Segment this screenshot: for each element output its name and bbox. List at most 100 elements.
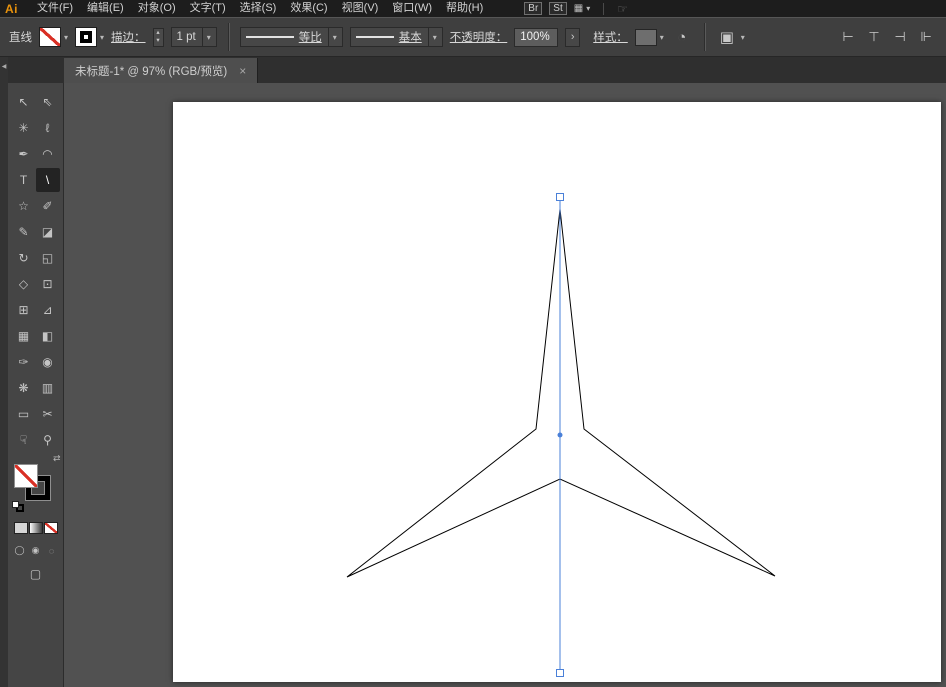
slice-tool[interactable]: ✂ [36,402,60,426]
menu-select[interactable]: 选择(S) [233,0,284,17]
color-button[interactable] [13,522,28,534]
lasso-tool[interactable]: ℓ [36,116,60,140]
star-tool[interactable]: ☆ [12,194,36,218]
blend-tool[interactable]: ◉ [36,350,60,374]
mesh-tool[interactable]: ▦ [12,324,36,348]
screen-mode-button[interactable]: ▢ [25,567,47,581]
none-button[interactable] [43,522,58,534]
canvas-area[interactable] [64,83,946,687]
menu-object[interactable]: 对象(O) [131,0,183,17]
rotate-tool[interactable]: ↻ [12,246,36,270]
control-bar-divider [227,23,229,51]
stock-button[interactable]: St [549,2,567,15]
style-panel-link[interactable]: 样式： [593,29,628,45]
align-center-icon[interactable]: ⊤ [863,26,885,48]
gradient-button[interactable] [28,522,43,534]
brush-value: 基本 [398,32,422,44]
style-swatch[interactable] [634,28,657,46]
stroke-color-swatch[interactable] [75,27,98,47]
stepper-up-icon[interactable]: ▴ [154,29,163,38]
symbol-sprayer-tool[interactable]: ❋ [12,376,36,400]
brush-preview [355,36,394,38]
close-icon[interactable]: × [239,64,246,78]
chevron-down-icon: ▾ [659,32,664,42]
collapse-left-icon[interactable]: ◀ [0,57,8,70]
three-point-star-path[interactable] [346,208,776,578]
opacity-input[interactable]: 100% [514,27,559,47]
paint-mode-buttons [8,522,63,534]
stepper-down-icon[interactable]: ▾ [154,37,163,46]
menubar-divider [603,2,605,15]
artboard[interactable] [173,102,941,682]
stroke-color-control[interactable]: ▾ [75,27,104,47]
draw-inside-button[interactable]: ◌ [45,544,58,557]
fill-none-swatch[interactable] [39,27,61,47]
swap-fill-stroke-icon[interactable]: ⇄ [53,453,61,464]
stroke-weight-combo[interactable]: 1 pt ▾ [170,27,217,47]
stroke-panel-link[interactable]: 描边： [111,29,146,45]
menu-window[interactable]: 窗口(W) [385,0,439,17]
menu-edit[interactable]: 编辑(E) [80,0,131,17]
brush-definition-combo[interactable]: 基本 ▾ [349,27,443,47]
fill-color-control[interactable]: ▾ [39,27,68,47]
tools-grid: ↖ ⇖ ✳ ℓ ✒ ◠ T \ ☆ ✐ ✎ ◪ ↻ ◱ ◇ ⊡ ⊞ ⊿ ▦ ◧ … [8,90,63,452]
workspace-switcher[interactable]: ▦ ▾ [574,3,590,14]
gradient-tool[interactable]: ◧ [36,324,60,348]
recolor-artwork-icon[interactable]: ◔ [671,26,693,48]
paintbrush-tool[interactable]: ✐ [36,194,60,218]
document-tab[interactable]: 未标题-1* @ 97% (RGB/预览) × [64,58,259,83]
hand-tool[interactable]: ☟ [12,428,36,452]
pencil-tool[interactable]: ✎ [12,220,36,244]
width-profile-combo[interactable]: 等比 ▾ [239,27,343,47]
perspective-grid-tool[interactable]: ⊿ [36,298,60,322]
select-similar-control[interactable]: ▣ ▾ [716,26,745,48]
menu-effect[interactable]: 效果(C) [283,0,334,17]
zoom-tool[interactable]: ⚲ [36,428,60,452]
select-similar-icon[interactable]: ▣ [716,26,738,48]
selection-tool[interactable]: ↖ [12,90,36,114]
stroke-frame-icon [80,31,93,43]
menu-view[interactable]: 视图(V) [335,0,386,17]
stroke-weight-value: 1 pt [176,31,196,43]
menu-help[interactable]: 帮助(H) [439,0,490,17]
document-tab-title: 未标题-1* @ 97% (RGB/预览) [75,65,228,78]
path-midpoint-anchor[interactable] [557,432,563,438]
fill-proxy-swatch[interactable] [13,464,38,488]
chevron-down-icon: ▾ [432,32,437,42]
menu-type[interactable]: 文字(T) [183,0,233,17]
eyedropper-tool[interactable]: ✑ [12,350,36,374]
anchor-handle-top[interactable] [556,193,564,201]
direct-selection-tool[interactable]: ⇖ [36,90,60,114]
magic-wand-tool[interactable]: ✳ [12,116,36,140]
opacity-panel-link[interactable]: 不透明度： [450,29,508,45]
width-tool[interactable]: ◇ [12,272,36,296]
bridge-button[interactable]: Br [524,2,543,15]
shape-builder-tool[interactable]: ⊞ [12,298,36,322]
artboard-tool[interactable]: ▭ [12,402,36,426]
align-left-icon[interactable]: ⊢ [837,26,859,48]
fill-stroke-proxy: ⇄ [11,453,61,512]
scale-tool[interactable]: ◱ [36,246,60,270]
stroke-profile-preview [245,36,294,38]
anchor-handle-bottom[interactable] [556,669,564,677]
type-tool[interactable]: T [12,168,36,192]
free-transform-tool[interactable]: ⊡ [36,272,60,296]
align-right-icon[interactable]: ⊣ [889,26,911,48]
eraser-tool[interactable]: ◪ [36,220,60,244]
tools-panel: ↖ ⇖ ✳ ℓ ✒ ◠ T \ ☆ ✐ ✎ ◪ ↻ ◱ ◇ ⊡ ⊞ ⊿ ▦ ◧ … [8,57,64,687]
profile-value: 等比 [298,32,322,44]
panel-collapse-rail[interactable]: ◀ [0,57,8,687]
column-graph-tool[interactable]: ▥ [36,376,60,400]
pen-tool[interactable]: ✒ [12,142,36,166]
stroke-weight-stepper[interactable]: ▴ ▾ [152,27,164,47]
draw-normal-button[interactable]: ◯ [13,544,26,557]
opacity-expand-button[interactable]: › [565,27,581,47]
line-segment-tool[interactable]: \ [35,168,60,192]
style-swatch-control[interactable]: ▾ [634,28,664,46]
chevron-down-icon: ▾ [64,32,69,42]
curvature-tool[interactable]: ◠ [36,142,60,166]
draw-behind-button[interactable]: ◉ [29,544,42,557]
distribute-icon[interactable]: ⊩ [915,26,937,48]
menu-file[interactable]: 文件(F) [30,0,80,17]
default-fill-stroke-icon[interactable] [11,501,24,512]
